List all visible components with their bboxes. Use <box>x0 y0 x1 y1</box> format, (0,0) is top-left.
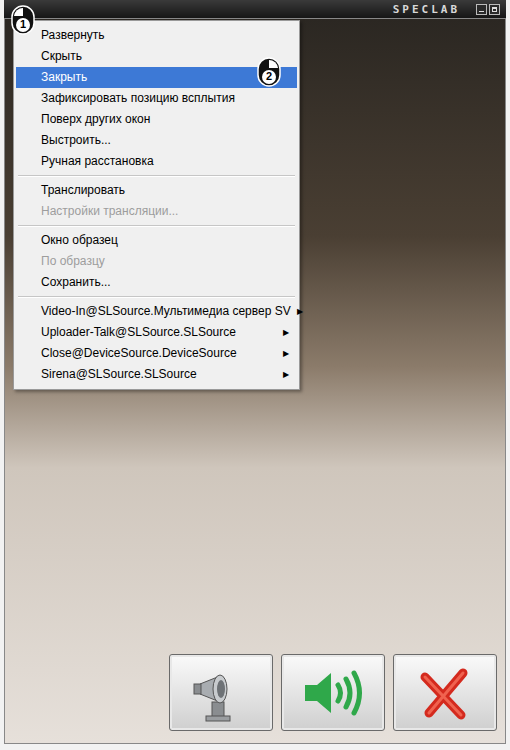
menu-item-label[interactable]: Транслировать <box>41 183 289 198</box>
submenu-arrow: ▶ <box>283 346 289 361</box>
menu-item-label[interactable]: Поверх других окон <box>41 112 289 127</box>
menu-item-label[interactable]: Video-In@SLSource.Мультимедиа сервер SV <box>41 304 291 319</box>
submenu-arrow: ▶ <box>283 325 289 340</box>
menu-item[interactable]: Развернуть <box>16 25 297 46</box>
menu-item[interactable]: Выстроить... <box>16 130 297 151</box>
menu-item: По образцу <box>16 251 297 272</box>
siren-button[interactable] <box>169 654 273 731</box>
mouse-annotation: 1 <box>10 4 36 36</box>
menu-item-label[interactable]: Sirena@SLSource.SLSource <box>41 367 277 382</box>
submenu-item[interactable]: Close@DeviceSource.DeviceSource ▶ <box>16 343 297 364</box>
submenu-arrow: ▶ <box>297 304 303 319</box>
submenu-item[interactable]: Uploader-Talk@SLSource.SLSource ▶ <box>16 322 297 343</box>
logo: SPECLAB <box>393 3 460 16</box>
menu-item-label[interactable]: Сохранить... <box>41 275 289 290</box>
annotation-number: 2 <box>256 70 282 83</box>
menu-item-label[interactable]: Окно образец <box>41 233 289 248</box>
menu-item-label: Настройки трансляции... <box>41 204 289 219</box>
maximize-icon[interactable] <box>489 4 500 15</box>
menu-item[interactable]: Зафиксировать позицию всплытия <box>16 88 297 109</box>
menu-item-label[interactable]: Выстроить... <box>41 133 289 148</box>
annotation-number: 1 <box>10 18 36 31</box>
menu-item-label[interactable]: Развернуть <box>41 28 289 43</box>
submenu-item[interactable]: Sirena@SLSource.SLSource ▶ <box>16 364 297 385</box>
sound-button[interactable] <box>281 654 385 731</box>
menu-item-label: По образцу <box>41 254 289 269</box>
menu-item[interactable]: Скрыть <box>16 46 297 67</box>
menu-item[interactable]: Сохранить... <box>16 272 297 293</box>
title-bar: SPECLAB <box>4 0 506 18</box>
minimize-icon[interactable] <box>476 4 487 15</box>
menu-item[interactable]: Окно образец <box>16 230 297 251</box>
close-button[interactable] <box>393 654 497 731</box>
siren-icon <box>190 662 252 724</box>
menu-item-label[interactable]: Ручная расстановка <box>41 154 289 169</box>
menu-item-label[interactable]: Close@DeviceSource.DeviceSource <box>41 346 277 361</box>
menu-item: Настройки трансляции... <box>16 201 297 222</box>
context-menu: Развернуть Скрыть Закрыть Зафиксировать поз… <box>13 20 300 390</box>
menu-item[interactable]: Ручная расстановка <box>16 151 297 172</box>
menu-item[interactable]: Поверх других окон <box>16 109 297 130</box>
menu-item-label[interactable]: Uploader-Talk@SLSource.SLSource <box>41 325 277 340</box>
menu-separator <box>18 296 295 298</box>
submenu-arrow: ▶ <box>283 367 289 382</box>
mouse-annotation: 2 <box>256 56 282 88</box>
menu-item[interactable]: Транслировать <box>16 180 297 201</box>
menu-item-label[interactable]: Закрыть <box>41 70 289 85</box>
submenu-item[interactable]: Video-In@SLSource.Мультимедиа сервер SV▶ <box>16 301 297 322</box>
menu-item-label[interactable]: Зафиксировать позицию всплытия <box>41 91 289 106</box>
red-x-icon <box>417 665 473 721</box>
menu-item-label[interactable]: Скрыть <box>41 49 289 64</box>
control-buttons <box>169 654 497 731</box>
menu-item[interactable]: Закрыть <box>16 67 297 88</box>
menu-separator <box>18 225 295 227</box>
menu-separator <box>18 175 295 177</box>
speaker-icon <box>301 668 365 718</box>
window-controls <box>476 4 500 15</box>
